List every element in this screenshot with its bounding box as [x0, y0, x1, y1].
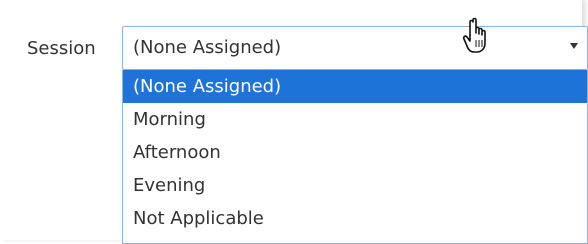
session-select-value: (None Assigned)	[133, 37, 282, 58]
form-panel: Session (None Assigned) (None Assigned) …	[0, 0, 588, 244]
option-not-applicable[interactable]: Not Applicable	[123, 202, 587, 235]
option-afternoon[interactable]: Afternoon	[123, 136, 587, 169]
option-evening[interactable]: Evening	[123, 169, 587, 202]
session-dropdown-list[interactable]: (None Assigned) Morning Afternoon Evenin…	[122, 70, 588, 244]
option-morning[interactable]: Morning	[123, 103, 587, 136]
session-select[interactable]: (None Assigned)	[122, 26, 588, 70]
hand-pointer-icon	[462, 17, 486, 53]
session-label: Session	[27, 38, 96, 59]
option-none-assigned[interactable]: (None Assigned)	[123, 70, 587, 103]
dropdown-arrow-icon[interactable]	[570, 43, 578, 49]
